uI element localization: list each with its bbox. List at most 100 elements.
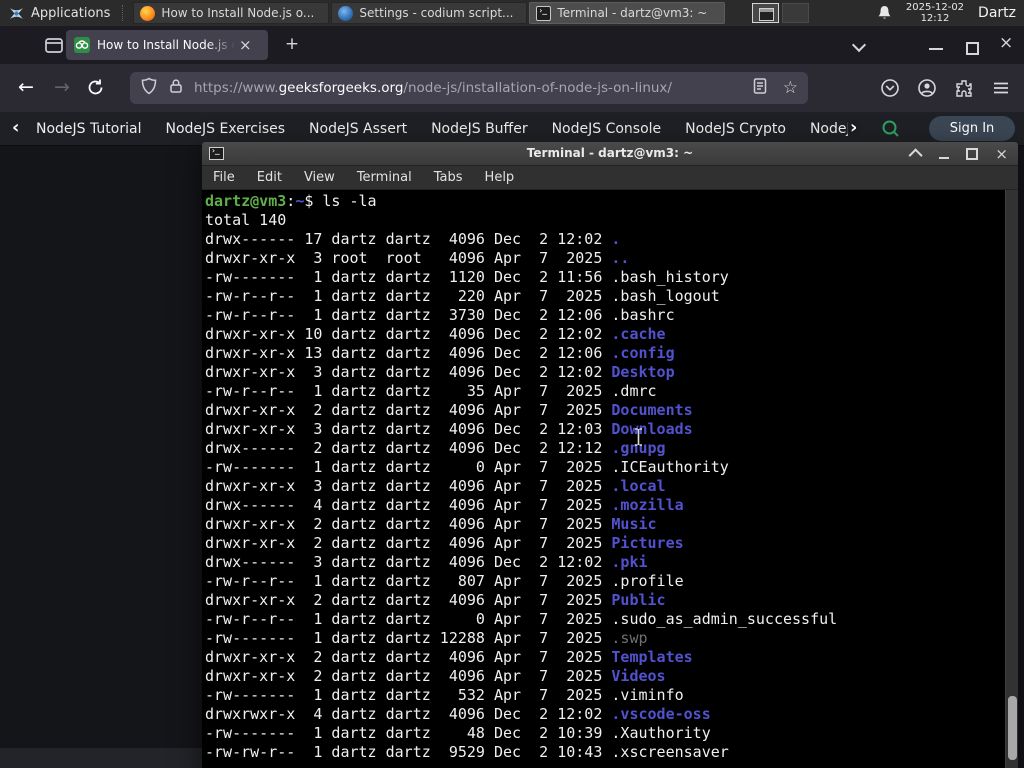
terminal-output-line: drwxr-xr-x 3 dartz dartz 4096 Apr 7 2025… (205, 477, 666, 495)
taskbar: How to Install Node.js o... Settings - co… (133, 2, 726, 24)
site-nav-link[interactable]: NodeJS Exercises (165, 121, 285, 137)
hamburger-menu-icon[interactable] (991, 78, 1011, 98)
terminal-window: Terminal - dartz@vm3: ~ × File Edit View Te… (202, 142, 1018, 768)
site-nav-link[interactable]: NodeJS Tutorial (36, 121, 141, 137)
terminal-output-line: -rw------- 1 dartz dartz 532 Apr 7 2025 … (205, 686, 684, 704)
terminal-output-line: drwxr-xr-x 2 dartz dartz 4096 Apr 7 2025… (205, 515, 657, 533)
nav-scroll-right-chevron[interactable]: › (850, 117, 857, 138)
terminal-window-controls: × (908, 142, 1008, 166)
back-button[interactable]: ← (13, 74, 39, 100)
workspace-1[interactable] (752, 3, 779, 23)
terminal-maximize-button[interactable] (966, 148, 979, 160)
clock-time: 12:12 (920, 13, 950, 24)
terminal-menubar: File Edit View Terminal Tabs Help (202, 166, 1018, 190)
site-nav-link[interactable]: NodeJS DNS (810, 121, 848, 137)
page-scroll-track (0, 748, 202, 768)
terminal-titlebar[interactable]: Terminal - dartz@vm3: ~ × (202, 142, 1018, 166)
panel-username: Dartz (978, 5, 1016, 21)
pocket-icon[interactable] (880, 78, 900, 98)
terminal-minimize-button[interactable] (939, 157, 950, 159)
workspace-2[interactable] (782, 3, 809, 23)
site-nav-link[interactable]: NodeJS Console (552, 121, 662, 137)
firefox-icon (140, 5, 156, 21)
terminal-close-button[interactable]: × (995, 146, 1008, 162)
terminal-menu-edit[interactable]: Edit (257, 170, 282, 185)
lock-icon[interactable] (168, 78, 184, 98)
system-tray: 2025-12-02 12:12 Dartz (877, 0, 1024, 26)
sign-in-button[interactable]: Sign In (929, 116, 1015, 141)
terminal-output-line: drwx------ 2 dartz dartz 4096 Dec 2 12:1… (205, 439, 666, 457)
terminal-output-line: -rw-rw-r-- 1 dartz dartz 9529 Dec 2 10:4… (205, 743, 729, 761)
terminal-output-line: drwxrwxr-x 4 dartz dartz 4096 Dec 2 12:0… (205, 705, 711, 723)
terminal-output-line: -rw------- 1 dartz dartz 48 Dec 2 10:39 … (205, 724, 711, 742)
notification-bell-icon[interactable] (877, 5, 892, 21)
terminal-output-line: -rw-r--r-- 1 dartz dartz 0 Apr 7 2025 .s… (205, 610, 838, 628)
terminal-output-line: drwxr-xr-x 2 dartz dartz 4096 Apr 7 2025… (205, 591, 666, 609)
account-icon[interactable] (917, 78, 937, 98)
terminal-window-title: Terminal - dartz@vm3: ~ (526, 146, 694, 160)
xubuntu-logo-icon (8, 5, 25, 22)
taskbar-window-button[interactable]: Settings - codium script... (331, 2, 528, 24)
terminal-output-line: drwx------ 4 dartz dartz 4096 Apr 7 2025… (205, 496, 684, 514)
terminal-output-line: -rw-r--r-- 1 dartz dartz 220 Apr 7 2025 … (205, 287, 720, 305)
browser-toolbar: ← → https://www.geeksforgeeks.org/node-j… (0, 64, 1024, 112)
terminal-output-line: drwx------ 17 dartz dartz 4096 Dec 2 12:… (205, 230, 621, 248)
geeksforgeeks-favicon (74, 37, 90, 53)
site-nav-link[interactable]: NodeJS Assert (309, 121, 407, 137)
browser-tab[interactable]: How to Install Node.js on × (66, 30, 268, 60)
terminal-output-line: -rw------- 1 dartz dartz 1120 Dec 2 11:5… (205, 268, 729, 286)
terminal-menu-help[interactable]: Help (485, 170, 515, 185)
terminal-menu-terminal[interactable]: Terminal (357, 170, 412, 185)
window-close-button[interactable]: × (999, 33, 1013, 53)
clock-date: 2025-12-02 (905, 2, 965, 13)
workspace-switcher (752, 3, 809, 23)
tracking-shield-icon[interactable] (140, 77, 158, 99)
terminal-output-line: -rw-r--r-- 1 dartz dartz 35 Apr 7 2025 .… (205, 382, 657, 400)
terminal-scrollbar[interactable] (1005, 190, 1018, 768)
terminal-menu-view[interactable]: View (304, 170, 335, 185)
taskbar-window-button[interactable]: Terminal - dartz@vm3: ~ (529, 2, 726, 24)
new-tab-button[interactable]: + (282, 35, 302, 55)
terminal-scrollbar-thumb[interactable] (1008, 696, 1017, 760)
panel-clock[interactable]: 2025-12-02 12:12 (906, 2, 964, 24)
site-subnav: ‹ NodeJS Tutorial NodeJS Exercises NodeJS … (0, 112, 1024, 146)
site-nav-link[interactable]: NodeJS Crypto (685, 121, 786, 137)
site-nav-items: NodeJS Tutorial NodeJS Exercises NodeJS As… (36, 112, 848, 145)
list-all-tabs-icon[interactable] (851, 37, 868, 53)
terminal-output-line: -rw-r--r-- 1 dartz dartz 3730 Dec 2 12:0… (205, 306, 675, 324)
codium-icon (338, 5, 354, 21)
extensions-puzzle-icon[interactable] (954, 78, 974, 98)
applications-menu-button[interactable]: Applications (0, 1, 118, 25)
url-bar[interactable]: https://www.geeksforgeeks.org/node-js/in… (130, 72, 808, 104)
terminal-output-line: dartz@vm3:~$ ls -la (205, 192, 377, 210)
terminal-menu-tabs[interactable]: Tabs (434, 170, 463, 185)
toolbar-right-icons (880, 78, 1011, 98)
terminal-menu-file[interactable]: File (213, 170, 235, 185)
bookmark-star-icon[interactable]: ☆ (783, 78, 798, 98)
reload-icon[interactable] (86, 78, 105, 97)
terminal-output-line: drwxr-xr-x 2 dartz dartz 4096 Apr 7 2025… (205, 667, 666, 685)
window-minimize-button[interactable] (929, 48, 943, 50)
nav-scroll-left-chevron[interactable]: ‹ (12, 117, 19, 138)
browser-tab-bar: How to Install Node.js on × + × (0, 26, 1024, 64)
url-text: https://www.geeksforgeeks.org/node-js/in… (194, 80, 672, 96)
terminal-body[interactable]: dartz@vm3:~$ ls -la total 140 drwx------ 1… (202, 190, 1018, 768)
site-nav-link[interactable]: NodeJS Buffer (431, 121, 528, 137)
url-domain: geeksforgeeks.org (278, 80, 404, 96)
reader-mode-icon[interactable] (751, 77, 769, 99)
site-search-icon[interactable] (881, 119, 900, 138)
mouse-cursor-ibeam (633, 428, 644, 446)
terminal-output-line: -rw------- 1 dartz dartz 0 Apr 7 2025 .I… (205, 458, 729, 476)
tab-close-icon[interactable]: × (239, 37, 252, 53)
terminal-output-line: drwxr-xr-x 3 dartz dartz 4096 Dec 2 12:0… (205, 420, 693, 438)
forward-button[interactable]: → (49, 74, 75, 100)
taskbar-window-label: How to Install Node.js o... (161, 6, 315, 20)
terminal-icon (536, 5, 552, 21)
taskbar-window-label: Settings - codium script... (359, 6, 514, 20)
panel-separator (122, 5, 127, 21)
terminal-output-line: total 140 (205, 211, 287, 229)
taskbar-window-button[interactable]: How to Install Node.js o... (133, 2, 330, 24)
window-maximize-button[interactable] (966, 42, 979, 55)
url-scheme: https://www. (194, 80, 279, 96)
firefox-view-icon[interactable] (44, 35, 64, 55)
